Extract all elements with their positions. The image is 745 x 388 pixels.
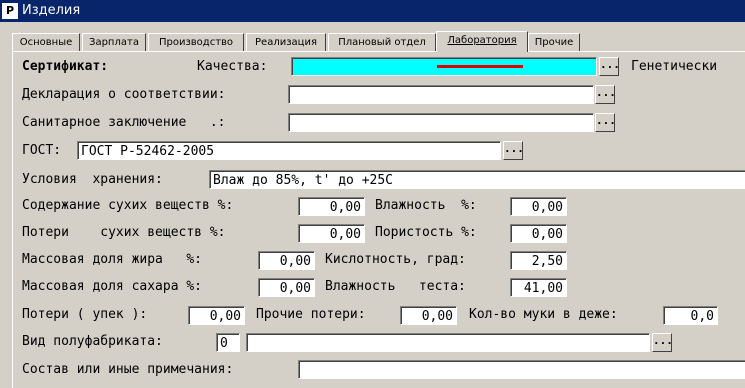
- humidity-label: Влажность %:: [375, 198, 477, 213]
- gost-label: ГОСТ:: [22, 143, 62, 158]
- tab-main[interactable]: Основные: [12, 33, 80, 51]
- sanitary-lookup-button[interactable]: ...: [595, 113, 616, 132]
- humidity-input[interactable]: 0,00: [510, 197, 567, 216]
- dry-matter-input[interactable]: 0,00: [298, 197, 365, 216]
- genetic-label: Генетически: [631, 59, 718, 74]
- sugar-label: Массовая доля сахара %:: [22, 279, 203, 294]
- tab-planning[interactable]: Плановый отдел: [328, 33, 436, 51]
- tab-sales[interactable]: Реализация: [246, 33, 326, 51]
- certificate-label: Сертификат:: [22, 59, 109, 74]
- quality-label: Качества:: [197, 59, 268, 74]
- tab-laboratory[interactable]: Лаборатория: [436, 31, 528, 52]
- dry-loss-input[interactable]: 0,00: [298, 224, 365, 243]
- flour-input[interactable]: 0,0: [663, 306, 718, 325]
- declaration-label: Декларация о соответствии:: [22, 87, 226, 102]
- tab-production[interactable]: Производство: [148, 33, 244, 51]
- tab-laboratory-label: Лаборатория: [447, 35, 517, 46]
- laboratory-panel: Сертификат: Качества: ... Генетически Де…: [12, 51, 745, 388]
- gost-input[interactable]: ГОСТ Р-52462-2005: [77, 141, 501, 160]
- active-tab-indicator: [437, 65, 523, 68]
- tab-other[interactable]: Прочие: [528, 33, 580, 51]
- semi-product-input[interactable]: [246, 333, 650, 352]
- declaration-input[interactable]: [288, 85, 594, 104]
- window-titlebar: P Изделия: [0, 0, 745, 22]
- other-loss-input[interactable]: 0,00: [400, 306, 457, 325]
- dry-loss-label: Потери сухих веществ %:: [22, 225, 226, 240]
- sugar-input[interactable]: 0,00: [258, 278, 315, 297]
- dough-humidity-input[interactable]: 41,00: [510, 278, 567, 297]
- semi-product-code-input[interactable]: 0: [216, 333, 240, 352]
- semi-product-label: Вид полуфабриката:: [22, 334, 163, 349]
- app-icon[interactable]: P: [2, 3, 18, 19]
- fat-label: Массовая доля жира %:: [22, 252, 203, 267]
- porosity-input[interactable]: 0,00: [510, 224, 567, 243]
- quality-lookup-button[interactable]: ...: [599, 57, 620, 76]
- bake-loss-input[interactable]: 0,00: [188, 306, 245, 325]
- porosity-label: Пористость %:: [375, 225, 477, 240]
- main-frame: Основные Зарплата Производство Реализаци…: [0, 22, 745, 388]
- storage-input[interactable]: Влаж до 85%, t' до +25С: [209, 170, 745, 189]
- declaration-lookup-button[interactable]: ...: [595, 85, 616, 104]
- tab-salary[interactable]: Зарплата: [82, 33, 146, 51]
- notes-input[interactable]: [298, 360, 745, 379]
- sanitary-label: Санитарное заключение .:: [22, 115, 226, 130]
- gost-lookup-button[interactable]: ...: [503, 141, 524, 160]
- storage-label: Условия хранения:: [22, 172, 163, 187]
- notes-label: Состав или иные примечания:: [22, 362, 234, 377]
- fat-input[interactable]: 0,00: [258, 251, 315, 270]
- acidity-input[interactable]: 2,50: [510, 251, 567, 270]
- semi-product-lookup-button[interactable]: ...: [652, 333, 673, 352]
- sanitary-input[interactable]: [288, 113, 594, 132]
- dry-matter-label: Содержание сухих веществ %:: [22, 198, 234, 213]
- bake-loss-label: Потери ( упек ):: [22, 307, 148, 322]
- dough-humidity-label: Влажность теста:: [325, 279, 466, 294]
- other-loss-label: Прочие потери:: [256, 307, 366, 322]
- flour-label: Кол-во муки в деже:: [469, 307, 618, 322]
- acidity-label: Кислотность, град:: [325, 252, 466, 267]
- window-title: Изделия: [22, 3, 81, 18]
